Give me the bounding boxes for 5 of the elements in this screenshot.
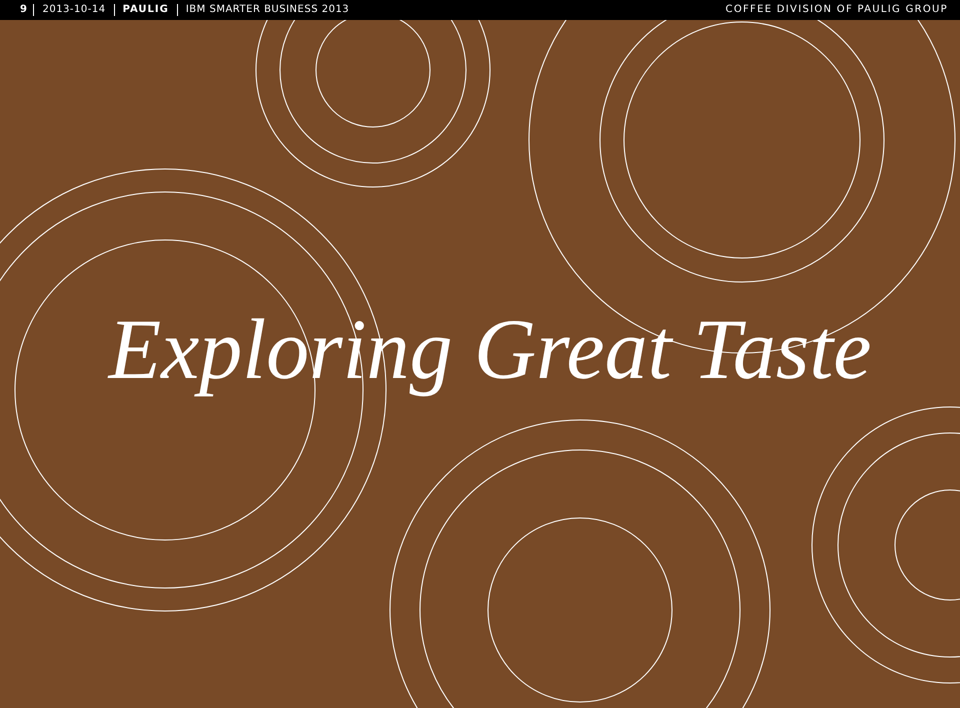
page-number: 9 [20,4,34,16]
division-text: COFFEE DIVISION OF PAULIG GROUP [726,4,948,16]
company-name: PAULIG [114,4,177,16]
date-text: 2013-10-14 [41,4,107,16]
event-name: IBM SMARTER BUSINESS 2013 [176,4,358,16]
